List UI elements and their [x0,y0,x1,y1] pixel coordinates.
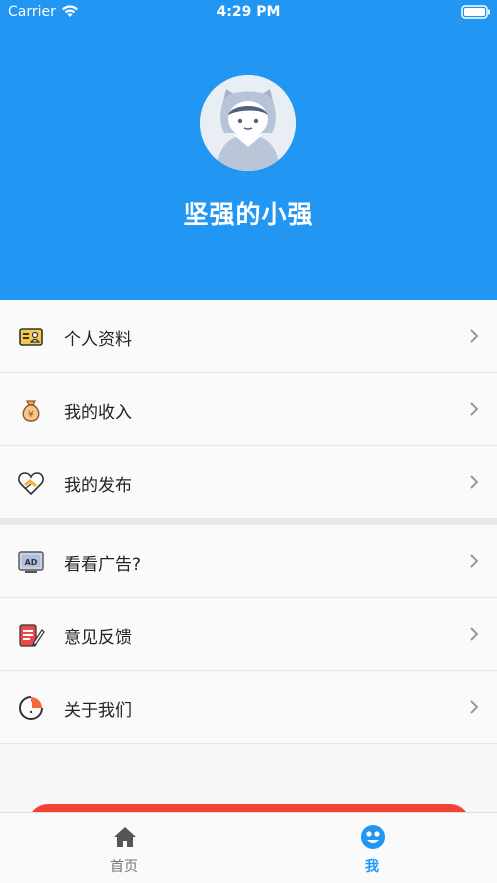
chevron-right-icon [469,626,479,642]
money-bag-icon: ¥ [17,397,45,423]
user-face-icon [360,824,386,850]
bottom-tab-bar: 首页 我 [0,812,497,883]
menu-group-account: 个人资料 ¥ 我的收入 我的发布 [0,300,497,519]
home-icon [112,824,138,850]
profile-card-icon [17,324,45,350]
chevron-right-icon [469,401,479,417]
chevron-right-icon [469,699,479,715]
menu-item-about[interactable]: 关于我们 [0,671,497,744]
menu-label: 关于我们 [64,701,132,721]
svg-text:AD: AD [25,558,38,567]
menu-label: 我的收入 [64,403,132,423]
profile-header: Carrier 4:29 PM 坚强的小强 [0,0,497,300]
menu-label: 我的发布 [64,476,132,496]
handshake-heart-icon [17,470,45,496]
tab-home-label: 首页 [110,859,138,875]
chevron-right-icon [469,328,479,344]
battery-icon [461,5,491,23]
menu-item-watch-ads[interactable]: AD 看看广告? [0,525,497,598]
menu-label: 意见反馈 [64,628,132,648]
menu-item-my-posts[interactable]: 我的发布 [0,446,497,519]
menu-label: 个人资料 [64,330,132,350]
clock-label: 4:29 PM [216,4,281,20]
tab-home[interactable]: 首页 [0,813,248,883]
ad-screen-icon: AD [17,549,45,575]
cartoon-avatar-icon [200,75,296,171]
menu-item-income[interactable]: ¥ 我的收入 [0,373,497,446]
svg-text:¥: ¥ [28,410,34,420]
tab-me-label: 我 [365,859,379,875]
about-info-icon [17,695,45,721]
menu-item-profile[interactable]: 个人资料 [0,300,497,373]
username: 坚强的小强 [183,200,314,229]
chevron-right-icon [469,553,479,569]
menu-group-more: AD 看看广告? 意见反馈 关于我们 [0,525,497,744]
chevron-right-icon [469,474,479,490]
status-bar: Carrier 4:29 PM [0,0,497,26]
feedback-notepad-icon [17,622,45,648]
menu-item-feedback[interactable]: 意见反馈 [0,598,497,671]
avatar[interactable] [200,75,296,171]
tab-me[interactable]: 我 [248,813,496,883]
menu-label: 看看广告? [64,555,142,575]
